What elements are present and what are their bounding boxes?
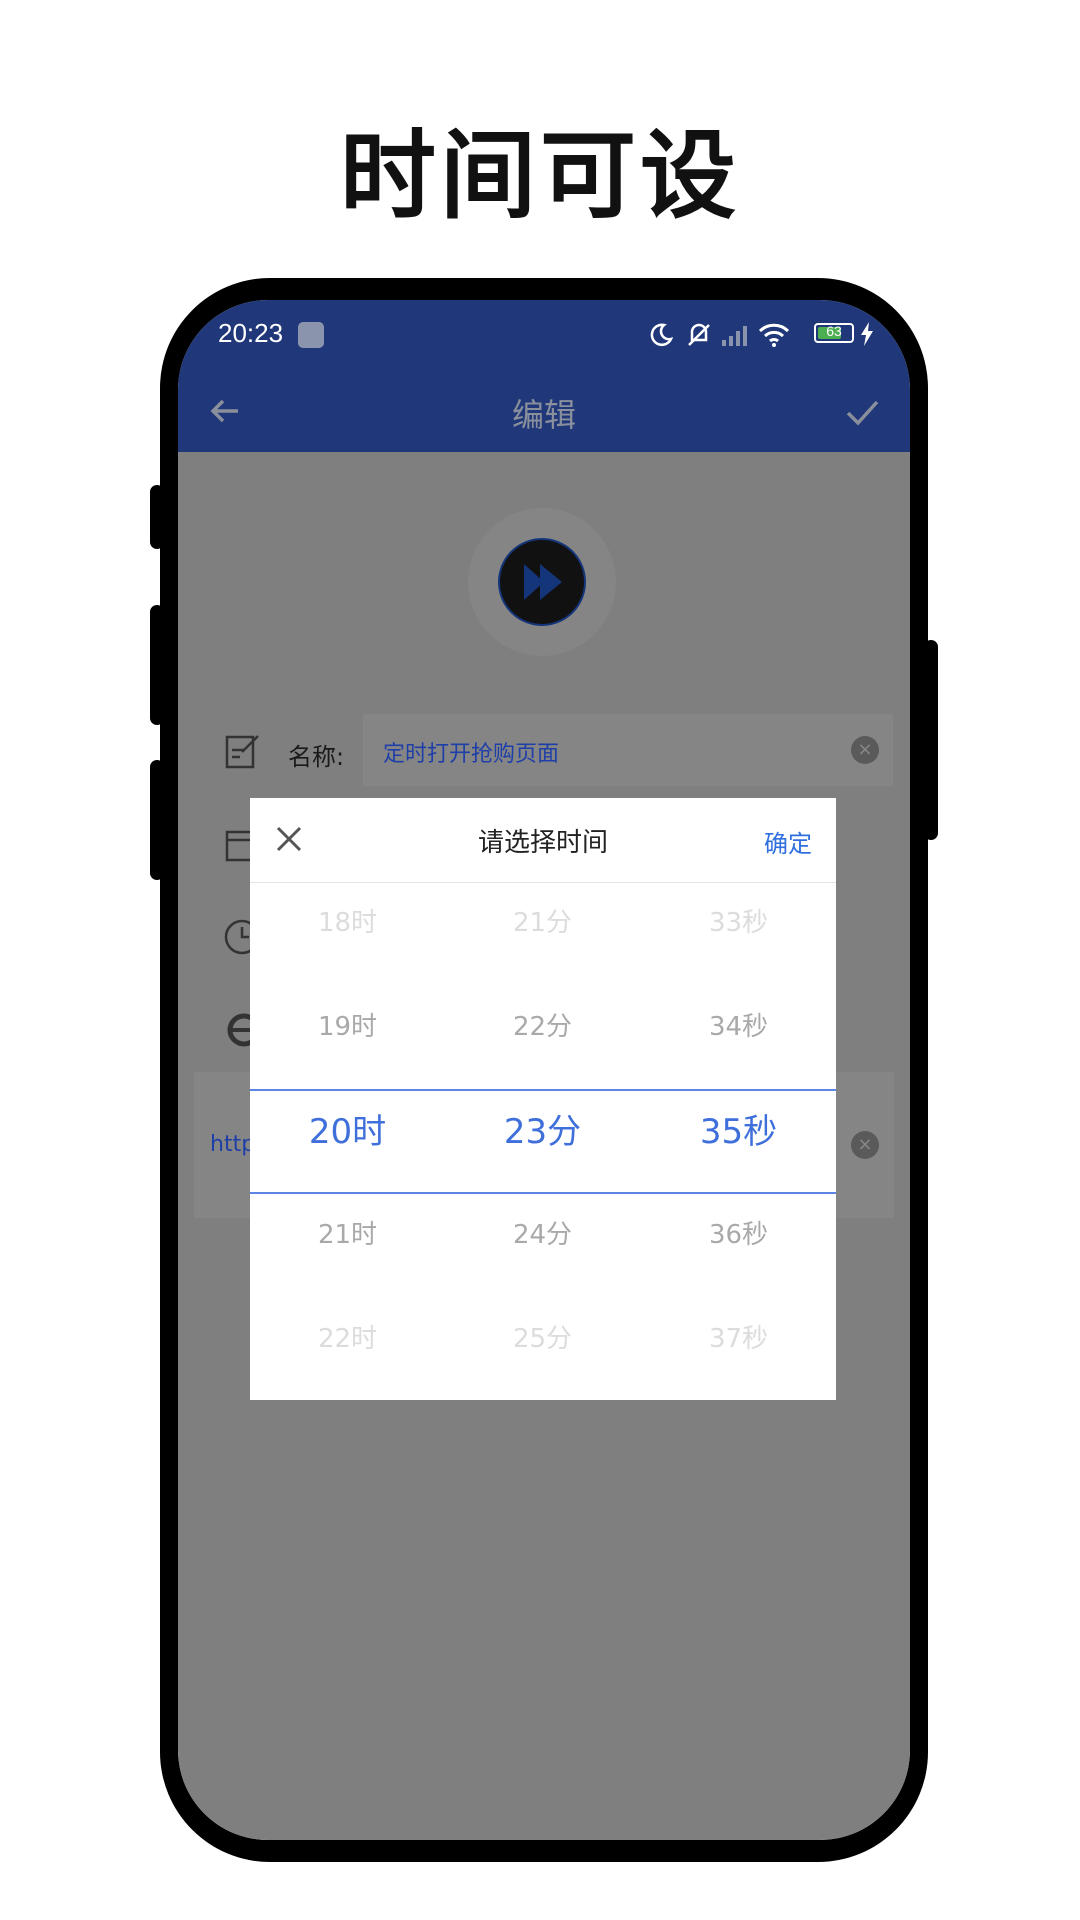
- name-value: 定时打开抢购页面: [383, 742, 560, 767]
- side-button-left-2: [150, 605, 164, 725]
- edit-note-icon: [225, 735, 259, 769]
- second-option[interactable]: 34秒: [641, 1006, 836, 1043]
- wifi-icon: [758, 323, 790, 347]
- headline: 时间可设: [340, 120, 740, 232]
- selection-line-bottom: [250, 1192, 836, 1194]
- time-picker-dialog: 请选择时间 确定 18时 19时 20时 21时 22时 21分 22分 23分…: [250, 798, 836, 1400]
- second-option[interactable]: 37秒: [641, 1318, 836, 1355]
- mute-icon: [688, 323, 710, 346]
- status-time: 20:23: [218, 318, 284, 348]
- page-title: 编辑: [511, 396, 576, 434]
- hour-option[interactable]: 19时: [250, 1006, 445, 1043]
- minute-wheel[interactable]: 21分 22分 23分 24分 25分: [445, 882, 640, 1400]
- minute-option[interactable]: 25分: [445, 1318, 640, 1355]
- second-option[interactable]: 36秒: [641, 1214, 836, 1251]
- dialog-title: 请选择时间: [477, 828, 608, 858]
- clear-url-icon[interactable]: ×: [851, 1131, 879, 1159]
- status-bar: 20:23 63: [178, 300, 910, 370]
- minute-option[interactable]: 22分: [445, 1006, 640, 1043]
- hour-selected[interactable]: 20时: [250, 1104, 445, 1153]
- side-button-right: [924, 640, 938, 840]
- fast-forward-icon: [524, 564, 562, 600]
- dialog-header: 请选择时间 确定: [250, 798, 836, 883]
- battery-icon: 63: [814, 323, 854, 343]
- hour-wheel[interactable]: 18时 19时 20时 21时 22时: [250, 882, 445, 1400]
- second-option[interactable]: 33秒: [641, 902, 836, 939]
- clear-name-icon[interactable]: ×: [851, 736, 879, 764]
- name-label: 名称:: [288, 743, 345, 771]
- charging-icon: [861, 322, 873, 346]
- minute-option[interactable]: 21分: [445, 902, 640, 939]
- url-value: http: [210, 1132, 256, 1157]
- minute-selected[interactable]: 23分: [445, 1104, 640, 1153]
- second-wheel[interactable]: 33秒 34秒 35秒 36秒 37秒: [641, 882, 836, 1400]
- app-bar: 编辑: [178, 370, 910, 452]
- second-selected[interactable]: 35秒: [641, 1104, 836, 1153]
- side-button-left-3: [150, 760, 164, 880]
- moon-icon: [650, 323, 674, 346]
- battery-level: 63: [826, 323, 842, 339]
- hour-option[interactable]: 18时: [250, 902, 445, 939]
- minute-option[interactable]: 24分: [445, 1214, 640, 1251]
- hour-option[interactable]: 21时: [250, 1214, 445, 1251]
- task-icon[interactable]: [498, 538, 586, 626]
- name-field[interactable]: 定时打开抢购页面 ×: [363, 714, 893, 786]
- check-icon[interactable]: [844, 394, 880, 430]
- side-button-left-1: [150, 485, 164, 549]
- hour-option[interactable]: 22时: [250, 1318, 445, 1355]
- selection-line-top: [250, 1089, 836, 1091]
- confirm-button[interactable]: 确定: [764, 824, 812, 859]
- wrench-icon: [298, 322, 324, 348]
- signal-icon: [722, 326, 747, 346]
